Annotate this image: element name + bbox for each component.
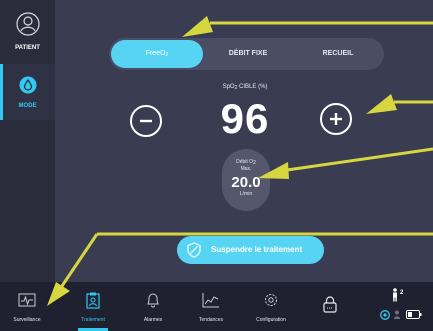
max-flow-display[interactable]: Débit O2 Max. 20.0 L/min — [222, 149, 270, 211]
sidebar: PATIENT MODE — [0, 0, 55, 282]
lock-icon — [323, 296, 337, 313]
tab-freeo2[interactable]: FreeO2 — [111, 40, 203, 68]
plus-icon — [330, 113, 342, 125]
max-flow-unit: L/min — [239, 191, 253, 197]
clipboard-icon — [86, 292, 100, 309]
bell-icon — [147, 293, 159, 308]
mode-label: MODE — [18, 103, 37, 109]
status-indicators: 2 — [378, 288, 430, 326]
patient-label: PATIENT — [15, 45, 40, 51]
chart-icon — [202, 293, 219, 308]
max-flow-value: 20.0 — [231, 174, 261, 191]
tab-tendances-label: Tendances — [198, 317, 224, 323]
tab-configuration-label: Configuration — [256, 317, 286, 323]
mode-button[interactable]: MODE — [0, 64, 55, 120]
bottom-navigation: Surveillance Traitement Alarmes Tendance… — [0, 282, 433, 331]
tab-alarmes-label: Alarmes — [143, 317, 163, 323]
status-count: 2 — [400, 290, 404, 296]
patient-button[interactable]: PATIENT — [0, 10, 55, 51]
tab-alarmes[interactable]: Alarmes — [128, 282, 178, 331]
tab-debit-fixe[interactable]: DÉBIT FIXE — [203, 38, 293, 70]
battery-icon — [406, 310, 422, 319]
treatment-panel: FreeO2 DÉBIT FIXE RECUEIL SpO2 CIBLE (%)… — [55, 0, 433, 282]
increase-button[interactable] — [320, 103, 352, 135]
tab-surveillance[interactable]: Surveillance — [0, 282, 54, 331]
decrease-button[interactable] — [130, 105, 162, 137]
spo2-target-value: 96 — [220, 95, 270, 142]
tab-tendances[interactable]: Tendances — [182, 282, 240, 331]
spo2-target-label: SpO2 CIBLE (%) — [222, 84, 268, 91]
drop-icon — [19, 76, 36, 94]
tab-traitement[interactable]: Traitement — [66, 282, 120, 331]
suspend-treatment-button[interactable]: Suspendre le traitement — [177, 236, 324, 264]
tab-surveillance-label: Surveillance — [13, 317, 41, 323]
drop-icon — [380, 310, 390, 320]
tab-configuration[interactable]: Configuration — [243, 282, 299, 331]
person-standing-icon — [393, 288, 397, 302]
mode-selector: FreeO2 DÉBIT FIXE RECUEIL — [109, 38, 384, 70]
monitor-icon — [18, 293, 36, 307]
gear-icon — [265, 294, 277, 306]
max-flow-label: Débit O2 Max. — [236, 159, 256, 172]
lock-button[interactable] — [310, 282, 350, 331]
minus-icon — [140, 119, 152, 123]
tab-traitement-label: Traitement — [81, 317, 105, 323]
shield-icon — [187, 242, 201, 258]
suspend-treatment-label: Suspendre le traitement — [211, 245, 303, 254]
person-icon — [394, 310, 400, 319]
person-icon — [15, 12, 40, 36]
tab-recueil[interactable]: RECUEIL — [293, 38, 383, 70]
